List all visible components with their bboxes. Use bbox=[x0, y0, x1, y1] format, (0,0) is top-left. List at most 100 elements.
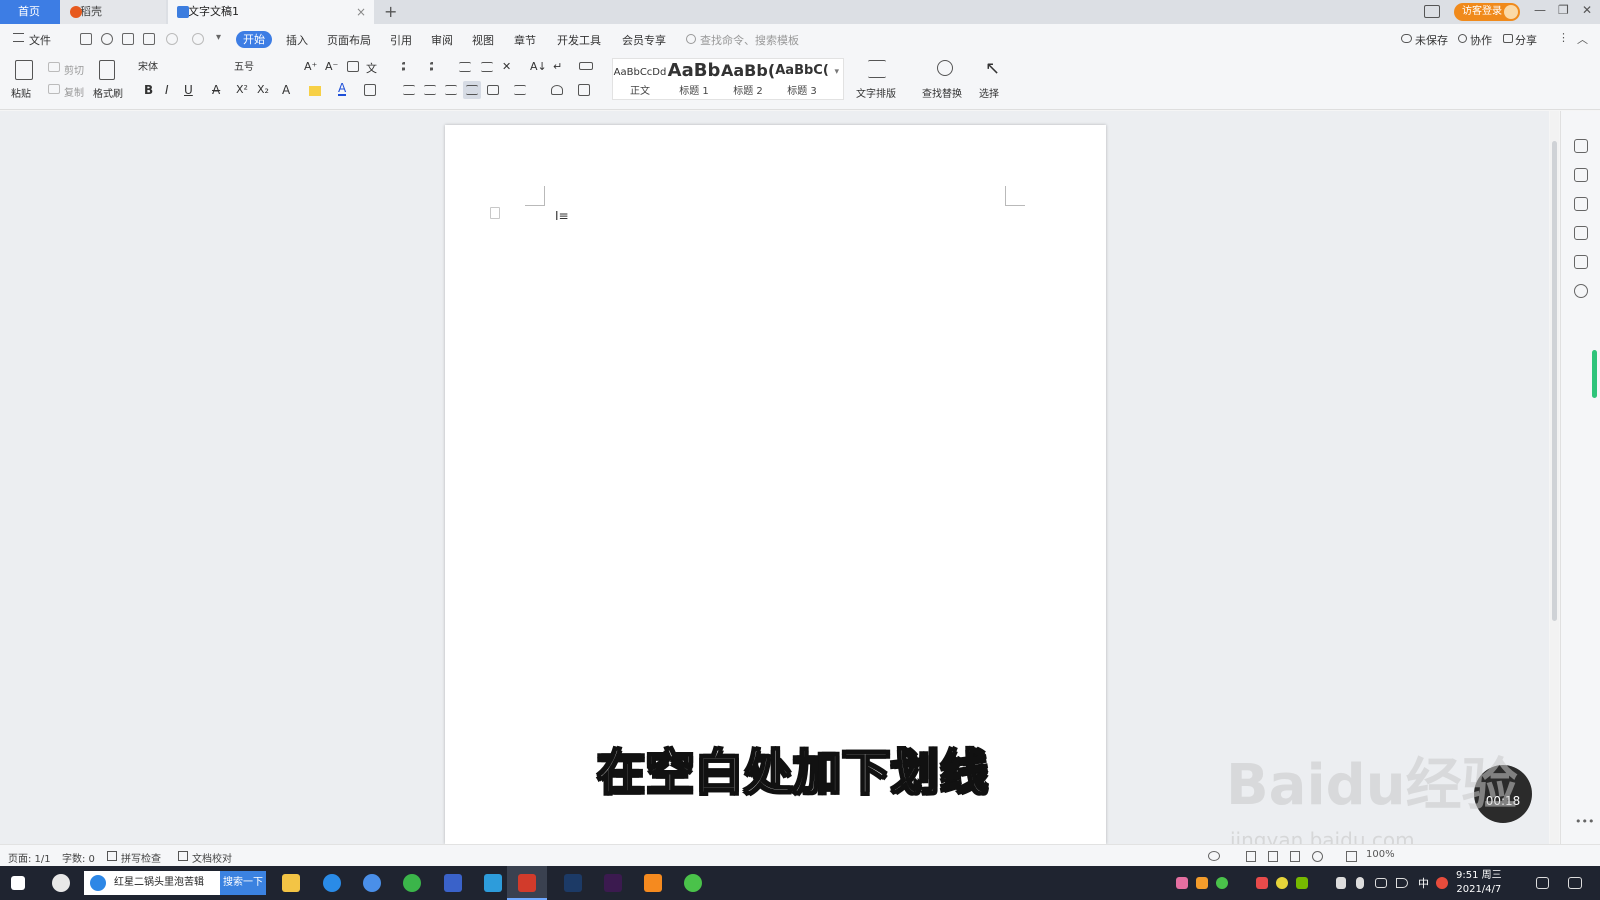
properties-icon[interactable] bbox=[1574, 226, 1588, 240]
file-explorer-icon[interactable] bbox=[282, 874, 300, 892]
paragraph-menu-icon[interactable] bbox=[490, 207, 500, 219]
pinyin-guide-icon[interactable]: 文 bbox=[366, 60, 377, 76]
font-color-button[interactable]: A bbox=[338, 82, 347, 96]
decrease-indent-icon[interactable] bbox=[459, 62, 471, 72]
borders-icon[interactable] bbox=[578, 84, 590, 96]
action-center-icon[interactable] bbox=[1536, 877, 1549, 889]
wechat-icon[interactable] bbox=[684, 874, 702, 892]
cut-button[interactable]: 剪切 bbox=[64, 62, 84, 77]
360-browser-icon[interactable] bbox=[403, 874, 421, 892]
grow-font-icon[interactable]: A⁺ bbox=[304, 60, 317, 73]
char-border-icon[interactable] bbox=[364, 84, 376, 96]
layout-toggle-icon[interactable] bbox=[1424, 5, 1440, 18]
superscript-button[interactable]: X² bbox=[236, 83, 248, 96]
volume-icon[interactable] bbox=[1396, 878, 1408, 888]
copy-button[interactable]: 复制 bbox=[64, 84, 84, 99]
shading-icon[interactable] bbox=[551, 85, 563, 95]
menu-section[interactable]: 章节 bbox=[514, 32, 536, 48]
collapse-ribbon-icon[interactable]: ︿ bbox=[1577, 31, 1588, 47]
redo-icon[interactable] bbox=[192, 33, 204, 45]
ime-indicator[interactable]: 中 bbox=[1418, 875, 1429, 891]
align-right-icon[interactable] bbox=[445, 85, 457, 95]
minimize-button[interactable]: — bbox=[1534, 3, 1546, 17]
mic-icon[interactable] bbox=[1356, 877, 1364, 889]
close-tab-icon[interactable]: × bbox=[356, 0, 366, 24]
page-view-icon[interactable] bbox=[1246, 851, 1256, 862]
editor-icon[interactable] bbox=[484, 874, 502, 892]
subscript-button[interactable]: X₂ bbox=[257, 83, 269, 96]
more-options-icon[interactable]: ••• bbox=[1575, 815, 1594, 828]
style-heading-1[interactable]: AaBb 标题 1 bbox=[667, 59, 721, 99]
select-pointer-icon[interactable] bbox=[1574, 197, 1588, 211]
notes-app-icon[interactable] bbox=[644, 874, 662, 892]
menu-view[interactable]: 视图 bbox=[472, 32, 494, 48]
taskbar-search-box[interactable]: 红星二锅头里泡苦辑 bbox=[84, 871, 220, 895]
browser-icon[interactable] bbox=[323, 874, 341, 892]
outline-view-icon[interactable] bbox=[1268, 851, 1278, 862]
style-heading-2[interactable]: AaBb( 标题 2 bbox=[721, 59, 775, 99]
spell-check-button[interactable]: 拼写检查 bbox=[121, 850, 161, 865]
tab-document[interactable]: 文字文稿1 × bbox=[168, 0, 374, 24]
fit-width-icon[interactable] bbox=[1346, 851, 1357, 862]
menu-review[interactable]: 审阅 bbox=[431, 32, 453, 48]
restore-button[interactable]: ❐ bbox=[1558, 3, 1569, 17]
usb-icon[interactable] bbox=[1336, 877, 1346, 889]
align-center-icon[interactable] bbox=[424, 85, 436, 95]
word-count[interactable]: 字数: 0 bbox=[62, 850, 95, 865]
vertical-scrollbar[interactable] bbox=[1550, 111, 1559, 844]
highlight-icon[interactable] bbox=[309, 86, 321, 96]
print-preview-icon[interactable] bbox=[143, 33, 155, 45]
menu-start[interactable]: 开始 bbox=[236, 31, 272, 48]
collab-button[interactable]: 协作 bbox=[1470, 32, 1492, 48]
tab-home[interactable]: 首页 bbox=[0, 0, 60, 24]
italic-button[interactable]: I bbox=[165, 83, 169, 97]
tray-nvidia-icon[interactable] bbox=[1296, 877, 1308, 889]
menu-file[interactable]: 文件 bbox=[29, 32, 51, 48]
style-pane-icon[interactable] bbox=[1574, 139, 1588, 153]
paste-button[interactable]: 粘贴 bbox=[11, 85, 31, 100]
tray-app-icon-2[interactable] bbox=[1196, 877, 1208, 889]
tab-stops-icon[interactable] bbox=[579, 62, 593, 70]
guest-login-button[interactable]: 访客登录 bbox=[1454, 3, 1520, 21]
wps-icon[interactable] bbox=[518, 874, 536, 892]
undo-icon[interactable] bbox=[166, 33, 178, 45]
style-heading-3[interactable]: AaBbC( 标题 3 bbox=[775, 59, 829, 99]
sogou-icon[interactable] bbox=[363, 874, 381, 892]
menu-devtools[interactable]: 开发工具 bbox=[557, 32, 601, 48]
font-size-select[interactable]: 五号 bbox=[230, 59, 296, 77]
text-effect-icon[interactable]: A bbox=[282, 83, 290, 97]
print-icon[interactable] bbox=[122, 33, 134, 45]
tray-app-icon[interactable] bbox=[1176, 877, 1188, 889]
photoshop-icon[interactable] bbox=[564, 874, 582, 892]
eye-protect-icon[interactable] bbox=[1208, 851, 1220, 861]
premiere-icon[interactable] bbox=[604, 874, 622, 892]
page-count[interactable]: 页面: 1/1 bbox=[8, 850, 51, 865]
edit-pen-icon[interactable] bbox=[1574, 168, 1588, 182]
font-name-select[interactable]: 宋体 bbox=[134, 59, 230, 77]
customize-quick-access-icon[interactable]: ▾ bbox=[216, 32, 221, 43]
help-icon[interactable] bbox=[1574, 284, 1588, 298]
output-pdf-icon[interactable] bbox=[101, 33, 113, 45]
command-search-input[interactable]: 查找命令、搜索模板 bbox=[700, 32, 799, 48]
style-gallery-more-icon[interactable]: ▾ bbox=[834, 67, 839, 77]
tray-qq-icon[interactable] bbox=[1256, 877, 1268, 889]
backup-icon[interactable] bbox=[1574, 255, 1588, 269]
bold-button[interactable]: B bbox=[144, 83, 153, 97]
tray-sogou-ime-icon[interactable] bbox=[1436, 877, 1448, 889]
underline-button[interactable]: U bbox=[184, 83, 193, 97]
share-button[interactable]: 分享 bbox=[1515, 32, 1537, 48]
line-spacing-icon[interactable] bbox=[514, 85, 526, 95]
tray-wechat-icon[interactable] bbox=[1216, 877, 1228, 889]
new-tab-button[interactable]: + bbox=[384, 0, 397, 24]
notification-icon[interactable] bbox=[1568, 877, 1582, 889]
network-icon[interactable] bbox=[1375, 878, 1387, 888]
document-page[interactable]: Ⅰ≡ 在空白处加下划线 bbox=[445, 125, 1106, 844]
hamburger-icon[interactable] bbox=[13, 33, 24, 42]
numbered-list-icon[interactable] bbox=[430, 62, 442, 72]
chinese-layout-icon[interactable]: ✕ bbox=[502, 60, 511, 73]
select-button[interactable]: 选择 bbox=[979, 85, 999, 100]
text-layout-button[interactable]: 文字排版 bbox=[856, 85, 896, 100]
close-window-button[interactable]: ✕ bbox=[1582, 3, 1592, 17]
taskbar-search-button[interactable]: 搜索一下 bbox=[220, 871, 266, 895]
tray-app-icon-3[interactable] bbox=[1276, 877, 1288, 889]
